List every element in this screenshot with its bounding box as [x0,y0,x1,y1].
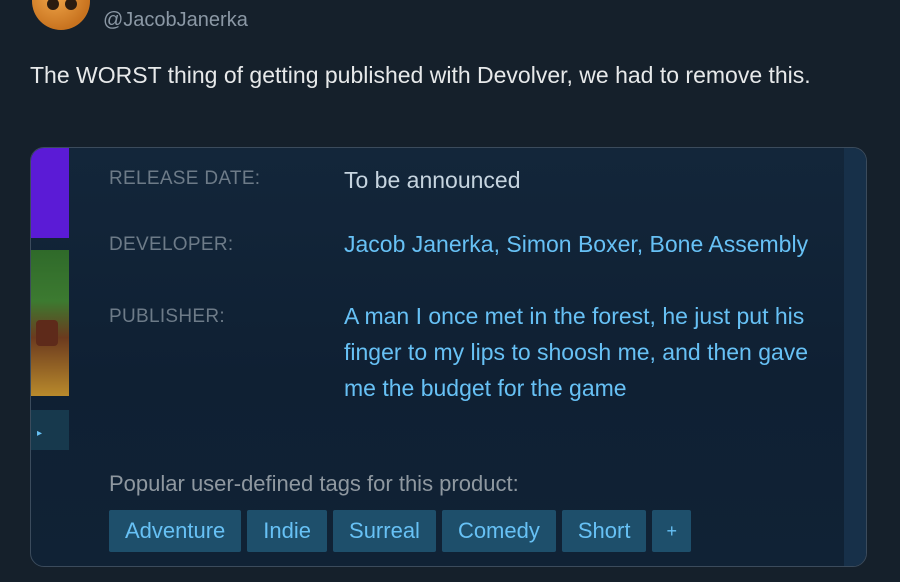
publisher-value[interactable]: A man I once met in the forest, he just … [344,298,814,406]
thumbnail-game-screenshot [31,250,69,396]
tweet-text: The WORST thing of getting published wit… [30,62,811,88]
add-tag-button[interactable]: + [652,510,691,552]
tag-indie[interactable]: Indie [247,510,328,552]
tags-title: Popular user-defined tags for this produ… [109,471,519,496]
avatar-eye-left [47,0,59,10]
tag-surreal[interactable]: Surreal [333,510,436,552]
tag-adventure[interactable]: Adventure [109,510,242,552]
thumbnail-purple [31,148,69,238]
developer-label: DEVELOPER: [109,234,234,255]
developer-value[interactable]: Jacob Janerka, Simon Boxer, Bone Assembl… [344,226,814,262]
avatar[interactable] [32,0,90,30]
tags-list: Adventure Indie Surreal Comedy Short + [109,510,691,552]
card-scroll-edge [844,148,866,566]
thumbnail-small: ▸ [31,410,69,450]
tag-short[interactable]: Short [561,510,647,552]
embedded-image-card[interactable]: ▸ RELEASE DATE: To be announced DEVELOPE… [30,147,867,567]
user-handle[interactable]: @JacobJanerka [103,9,248,32]
avatar-eye-right [65,0,77,10]
cactus-shape [36,320,58,346]
tag-comedy[interactable]: Comedy [441,510,556,552]
arrow-icon: ▸ [37,428,43,439]
release-date-value: To be announced [344,167,521,193]
publisher-label: PUBLISHER: [109,306,225,327]
release-date-label: RELEASE DATE: [109,168,261,189]
